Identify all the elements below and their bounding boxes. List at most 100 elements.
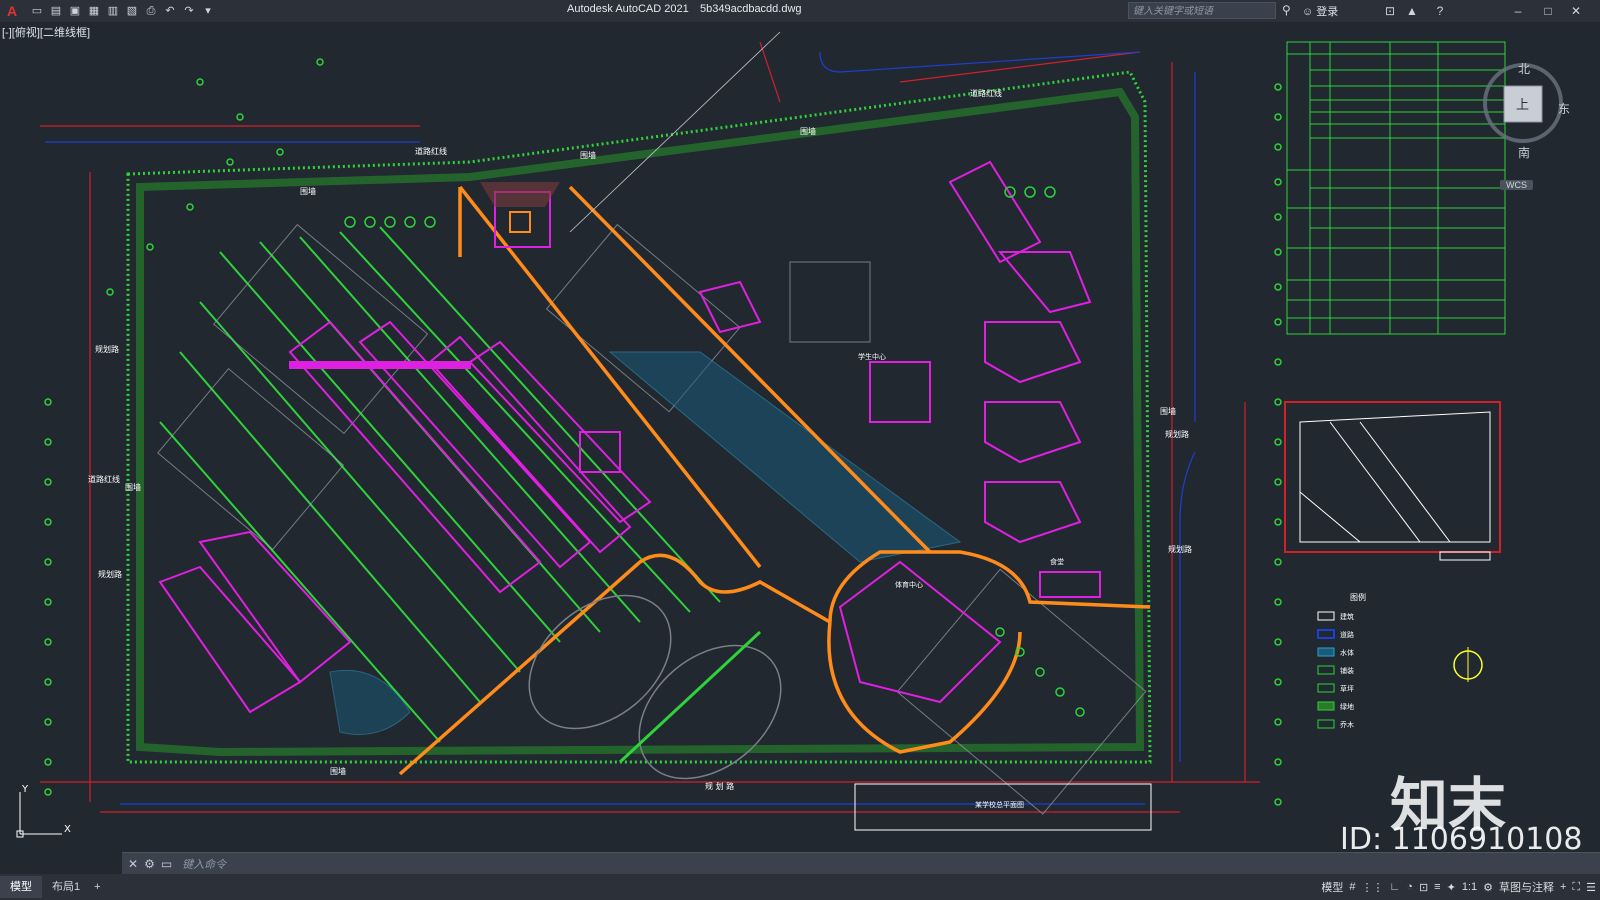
redo-icon[interactable]: ↷ bbox=[182, 4, 196, 18]
label-wall-5: 围墙 bbox=[330, 766, 346, 776]
legend-swatch-green bbox=[1317, 701, 1335, 711]
fullscreen-icon[interactable]: ⛶ bbox=[1572, 881, 1580, 894]
legend-swatch-building bbox=[1317, 611, 1335, 621]
plus-icon[interactable]: + bbox=[1560, 881, 1566, 893]
wcs-menu[interactable]: WCS bbox=[1500, 180, 1533, 190]
label-wall-4: 围墙 bbox=[125, 482, 141, 492]
viewcube-south[interactable]: 南 bbox=[1518, 144, 1530, 161]
viewport-controls[interactable]: [-][俯视][二维线框] bbox=[2, 24, 90, 40]
search-input[interactable]: 键入关键字或短语 bbox=[1128, 2, 1276, 19]
label-road-red-line-2: 道路红线 bbox=[970, 88, 1002, 98]
open-icon[interactable]: ▤ bbox=[49, 4, 63, 18]
tab-model[interactable]: 模型 bbox=[0, 876, 42, 898]
close-cmdline-icon[interactable]: ✕ bbox=[128, 857, 138, 871]
legend-title: 图例 bbox=[1350, 592, 1366, 602]
user-icon: ☺ bbox=[1302, 6, 1314, 18]
label-student-center: 学生中心 bbox=[858, 352, 886, 361]
campus-building-strips bbox=[159, 226, 721, 743]
legend-swatch-road bbox=[1317, 629, 1335, 639]
label-wall-6: 围墙 bbox=[1160, 406, 1176, 416]
legend-swatch-paving bbox=[1317, 665, 1335, 675]
data-table bbox=[1286, 41, 1506, 335]
label-wall-2: 围墙 bbox=[800, 126, 816, 136]
model-space-button[interactable]: 模型 bbox=[1321, 879, 1343, 895]
open-web-icon[interactable]: ▥ bbox=[106, 4, 120, 18]
legend-swatch-lawn bbox=[1317, 683, 1335, 693]
command-line: ✕ ⚙ ▭ 键入命令 bbox=[122, 852, 1600, 875]
legend-item-1: 道路 bbox=[1340, 630, 1354, 639]
ucs-icon: Y X bbox=[16, 784, 71, 838]
status-bar: 模型 布局1 + 模型 # ⋮⋮ ∟ ◔ ⊡ ≡ ✦ 1:1 ⚙ 草图与注释 +… bbox=[0, 874, 1600, 900]
legend: 图例 建筑 道路 水体 铺装 草坪 绿地 乔木 bbox=[1317, 592, 1483, 729]
tab-layout1[interactable]: 布局1 bbox=[42, 876, 90, 898]
login-button[interactable]: ☺ 登录 bbox=[1302, 3, 1338, 19]
customize-icon[interactable]: ⚙ bbox=[144, 857, 155, 871]
undo-icon[interactable]: ↶ bbox=[163, 4, 177, 18]
entrance-plaza bbox=[480, 182, 560, 248]
save-web-icon[interactable]: ▧ bbox=[125, 4, 139, 18]
annotation-visibility-icon[interactable]: ✦ bbox=[1447, 881, 1456, 894]
menu-icon[interactable]: ☰ bbox=[1586, 881, 1596, 894]
legend-item-2: 水体 bbox=[1340, 648, 1354, 657]
cart-icon[interactable]: ⊡ bbox=[1382, 2, 1398, 20]
save-icon[interactable]: ▣ bbox=[68, 4, 82, 18]
plot-icon[interactable]: ⎙ bbox=[144, 4, 158, 18]
buildings bbox=[158, 160, 1101, 714]
legend-swatch-water bbox=[1317, 647, 1335, 657]
annotation-scale-button[interactable]: 1:1 bbox=[1462, 881, 1477, 893]
label-sports-center: 体育中心 bbox=[895, 580, 923, 589]
trees bbox=[344, 186, 1085, 717]
maximize-icon[interactable]: □ bbox=[1540, 2, 1556, 20]
ortho-icon[interactable]: ∟ bbox=[1390, 881, 1401, 893]
title-block: 某学校总平面图 bbox=[854, 783, 1152, 831]
label-plan-road-right: 规划路 bbox=[1165, 429, 1189, 439]
label-plan-road-right2: 规划路 bbox=[1168, 544, 1192, 554]
label-plan-road-left2: 规划路 bbox=[98, 569, 122, 579]
title-block-text: 某学校总平面图 bbox=[975, 800, 1024, 809]
lineweight-icon[interactable]: ≡ bbox=[1434, 881, 1440, 893]
svg-text:Y: Y bbox=[21, 784, 29, 795]
legend-item-0: 建筑 bbox=[1340, 612, 1354, 621]
label-road-red-line-3: 道路红线 bbox=[88, 474, 120, 484]
minimize-icon[interactable]: – bbox=[1510, 2, 1526, 20]
water-body bbox=[329, 351, 962, 735]
key-plan bbox=[1284, 401, 1501, 561]
polar-icon[interactable]: ◔ bbox=[1406, 881, 1413, 893]
gear-icon[interactable]: ⚙ bbox=[1483, 881, 1493, 894]
close-icon[interactable]: ✕ bbox=[1568, 2, 1584, 20]
osnap-icon[interactable]: ⊡ bbox=[1419, 881, 1428, 894]
legend-item-4: 草坪 bbox=[1340, 684, 1354, 693]
title-bar: A ▭ ▤ ▣ ▦ ▥ ▧ ⎙ ↶ ↷ ▾ Autodesk AutoCAD 2… bbox=[0, 0, 1600, 22]
grid-axis-markers bbox=[44, 58, 1282, 806]
search-icon[interactable]: ⚲ bbox=[1282, 3, 1296, 17]
add-layout-icon[interactable]: + bbox=[94, 881, 100, 893]
autocad-logo-icon[interactable]: A bbox=[2, 1, 22, 21]
workspace-button[interactable]: 草图与注释 bbox=[1499, 879, 1554, 895]
command-input[interactable]: 键入命令 bbox=[182, 856, 226, 872]
snap-icon[interactable]: ⋮⋮ bbox=[1362, 881, 1384, 894]
customize-dropdown-icon[interactable]: ▾ bbox=[201, 4, 215, 18]
svg-text:X: X bbox=[64, 824, 71, 835]
grid-icon[interactable]: # bbox=[1349, 881, 1355, 893]
help-icon[interactable]: ? bbox=[1432, 2, 1448, 20]
label-plan-road-bottom: 规 划 路 bbox=[705, 781, 734, 791]
sports-fields bbox=[528, 594, 782, 780]
site-boundary bbox=[126, 70, 1152, 764]
label-road-red-line-1: 道路红线 bbox=[415, 146, 447, 156]
viewcube[interactable]: 上 北 南 东 bbox=[1478, 58, 1570, 161]
document-name: 5b349acdbacdd.dwg bbox=[700, 3, 802, 15]
viewcube-north[interactable]: 北 bbox=[1518, 60, 1530, 77]
status-tools: 模型 # ⋮⋮ ∟ ◔ ⊡ ≡ ✦ 1:1 ⚙ 草图与注释 + ⛶ ☰ bbox=[1321, 876, 1596, 898]
viewcube-east[interactable]: 东 bbox=[1558, 100, 1570, 117]
drawing-canvas[interactable]: 道路红线 道路红线 道路红线 围墙 围墙 围墙 围墙 围墙 围墙 规 划 路 规… bbox=[0, 22, 1600, 852]
new-icon[interactable]: ▭ bbox=[30, 4, 44, 18]
legend-swatch-tree bbox=[1317, 719, 1335, 729]
save-as-icon[interactable]: ▦ bbox=[87, 4, 101, 18]
legend-item-5: 绿地 bbox=[1340, 702, 1354, 711]
legend-item-6: 乔木 bbox=[1340, 720, 1354, 729]
legend-item-3: 铺装 bbox=[1340, 666, 1354, 675]
road-blue-lines bbox=[45, 51, 1196, 805]
autodesk-app-icon[interactable]: ▲ bbox=[1404, 2, 1420, 20]
viewcube-top[interactable]: 上 bbox=[1516, 94, 1529, 113]
command-prompt-icon[interactable]: ▭ bbox=[161, 857, 172, 871]
